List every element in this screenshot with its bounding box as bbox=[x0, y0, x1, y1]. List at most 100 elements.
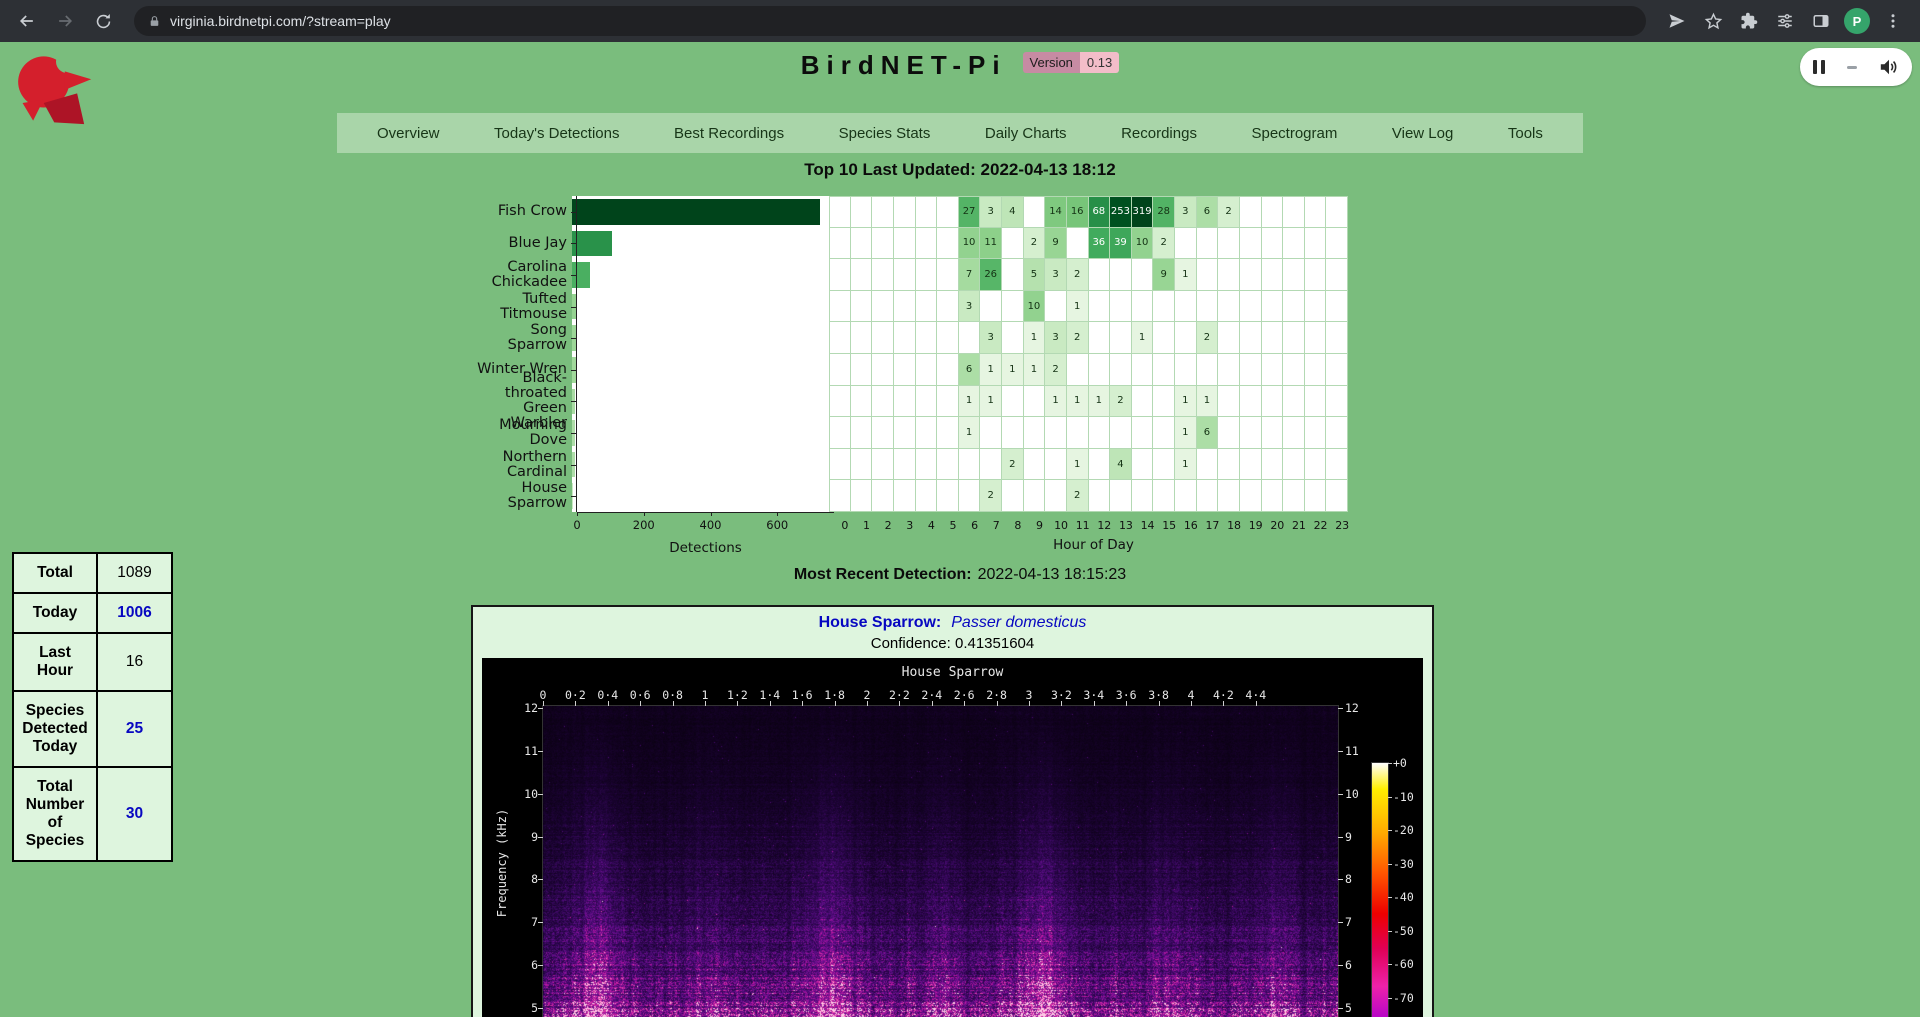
browser-menu-button[interactable] bbox=[1876, 4, 1910, 38]
heatmap-cell bbox=[1153, 322, 1175, 354]
url-text[interactable]: virginia.birdnetpi.com/?stream=play bbox=[170, 13, 391, 29]
detections-bar-track bbox=[572, 196, 829, 228]
menu-icon bbox=[1884, 12, 1902, 30]
seek-dash[interactable] bbox=[1847, 66, 1857, 69]
stats-value-link[interactable]: 25 bbox=[97, 691, 172, 767]
chart-rows: Fish Crow273414166825331928362Blue Jay10… bbox=[472, 196, 1348, 512]
spectrogram-tick bbox=[538, 965, 543, 966]
heatmap-cell bbox=[1132, 354, 1154, 386]
hour-tick-label: 20 bbox=[1270, 519, 1284, 532]
stats-value-link[interactable]: 1006 bbox=[97, 593, 172, 633]
chart-row: NorthernCardinal2141 bbox=[472, 449, 1348, 481]
nav-item-tools[interactable]: Tools bbox=[1508, 125, 1543, 142]
nav-item-species-stats[interactable]: Species Stats bbox=[839, 125, 931, 142]
spectrogram-tick bbox=[1388, 763, 1392, 764]
heatmap-cell bbox=[1305, 386, 1327, 418]
hour-tick-label: 15 bbox=[1162, 519, 1176, 532]
detections-bar bbox=[572, 231, 612, 257]
heatmap-cell bbox=[1283, 322, 1305, 354]
bookmark-button[interactable] bbox=[1696, 4, 1730, 38]
species-common-name-link[interactable]: House Sparrow: bbox=[819, 614, 942, 631]
spectrogram-tick bbox=[1388, 864, 1392, 865]
freq-tick-label-right: 8 bbox=[1345, 872, 1369, 886]
heatmap-cell bbox=[894, 228, 916, 260]
bar-axis-baseline bbox=[577, 512, 834, 513]
heatmap-cell bbox=[1262, 354, 1284, 386]
heatmap-cell bbox=[916, 196, 938, 228]
heatmap-cell bbox=[829, 291, 851, 323]
heatmap-cell: 6 bbox=[959, 354, 981, 386]
spectrogram-tick bbox=[899, 701, 900, 706]
heatmap-cell: 1 bbox=[1067, 291, 1089, 323]
heatmap-cell bbox=[894, 386, 916, 418]
spectrogram-tick bbox=[538, 1008, 543, 1009]
heatmap-cell bbox=[1240, 259, 1262, 291]
nav-item-spectrogram[interactable]: Spectrogram bbox=[1251, 125, 1337, 142]
heatmap-cell: 3 bbox=[1045, 259, 1067, 291]
heatmap-cell bbox=[829, 228, 851, 260]
pause-button[interactable] bbox=[1813, 60, 1825, 74]
heatmap-cell bbox=[1326, 196, 1348, 228]
heatmap-cell: 9 bbox=[1045, 228, 1067, 260]
tune-button[interactable] bbox=[1768, 4, 1802, 38]
stats-value-link[interactable]: 30 bbox=[97, 767, 172, 861]
page-root: virginia.birdnetpi.com/?stream=play P bbox=[0, 0, 1920, 1017]
extensions-button[interactable] bbox=[1732, 4, 1766, 38]
heatmap-cell: 1 bbox=[1175, 449, 1197, 481]
heatmap-cell bbox=[872, 196, 894, 228]
freq-tick-label-left: 8 bbox=[514, 872, 538, 886]
nav-item-view-log[interactable]: View Log bbox=[1392, 125, 1453, 142]
heatmap-cell bbox=[829, 480, 851, 512]
nav-item-overview[interactable]: Overview bbox=[377, 125, 440, 142]
heatmap-cell bbox=[916, 259, 938, 291]
profile-avatar[interactable]: P bbox=[1844, 8, 1870, 34]
heatmap-cell bbox=[1218, 259, 1240, 291]
speaker-icon bbox=[1879, 57, 1899, 77]
back-button[interactable] bbox=[10, 4, 44, 38]
chart-row: Fish Crow273414166825331928362 bbox=[472, 196, 1348, 228]
heatmap-cell bbox=[1132, 259, 1154, 291]
heatmap-cell: 10 bbox=[1024, 291, 1046, 323]
heatmap-cell bbox=[1240, 480, 1262, 512]
nav-item-today-s-detections[interactable]: Today's Detections bbox=[494, 125, 619, 142]
bar-axis-tick bbox=[777, 512, 778, 516]
volume-button[interactable] bbox=[1879, 57, 1899, 77]
heatmap-cell: 2 bbox=[1024, 228, 1046, 260]
address-bar[interactable]: virginia.birdnetpi.com/?stream=play bbox=[134, 6, 1646, 36]
heatmap-cell bbox=[1240, 386, 1262, 418]
species-scientific-name-link[interactable]: Passer domesticus bbox=[951, 614, 1086, 631]
heatmap-cell bbox=[1240, 322, 1262, 354]
spectrogram-tick bbox=[1338, 922, 1343, 923]
nav-item-daily-charts[interactable]: Daily Charts bbox=[985, 125, 1067, 142]
extensions-icon bbox=[1740, 12, 1758, 30]
heatmap-cell: 27 bbox=[959, 196, 981, 228]
heatmap-cell bbox=[1218, 417, 1240, 449]
forward-button[interactable] bbox=[48, 4, 82, 38]
freq-tick-label-right: 6 bbox=[1345, 958, 1369, 972]
heatmap-cell bbox=[1240, 354, 1262, 386]
time-tick-label: 0·4 bbox=[597, 688, 618, 702]
heatmap-cell bbox=[937, 417, 959, 449]
heatmap-cell bbox=[894, 259, 916, 291]
heatmap-cell bbox=[1024, 449, 1046, 481]
chart-row: Mourning Dove116 bbox=[472, 417, 1348, 449]
spectrogram-image bbox=[543, 706, 1338, 1017]
nav-item-best-recordings[interactable]: Best Recordings bbox=[674, 125, 784, 142]
send-extension-button[interactable] bbox=[1660, 4, 1694, 38]
heatmap-cell bbox=[1218, 386, 1240, 418]
time-tick-label: 1·6 bbox=[792, 688, 813, 702]
reload-button[interactable] bbox=[86, 4, 120, 38]
species-axis-tick bbox=[571, 496, 576, 497]
spectrogram-tick bbox=[1388, 931, 1392, 932]
heatmap-cell: 1 bbox=[1132, 322, 1154, 354]
spectrogram-tick bbox=[538, 751, 543, 752]
side-panel-button[interactable] bbox=[1804, 4, 1838, 38]
heatmap-cell bbox=[1045, 480, 1067, 512]
nav-item-recordings[interactable]: Recordings bbox=[1121, 125, 1197, 142]
main-nav: Overview Today's Detections Best Recording… bbox=[337, 113, 1583, 153]
hour-tick-label: 8 bbox=[1014, 519, 1021, 532]
stats-row: Species Detected Today25 bbox=[13, 691, 172, 767]
heatmap-cell: 26 bbox=[980, 259, 1002, 291]
spectrogram-tick bbox=[1338, 837, 1343, 838]
heatmap-cell: 16 bbox=[1067, 196, 1089, 228]
